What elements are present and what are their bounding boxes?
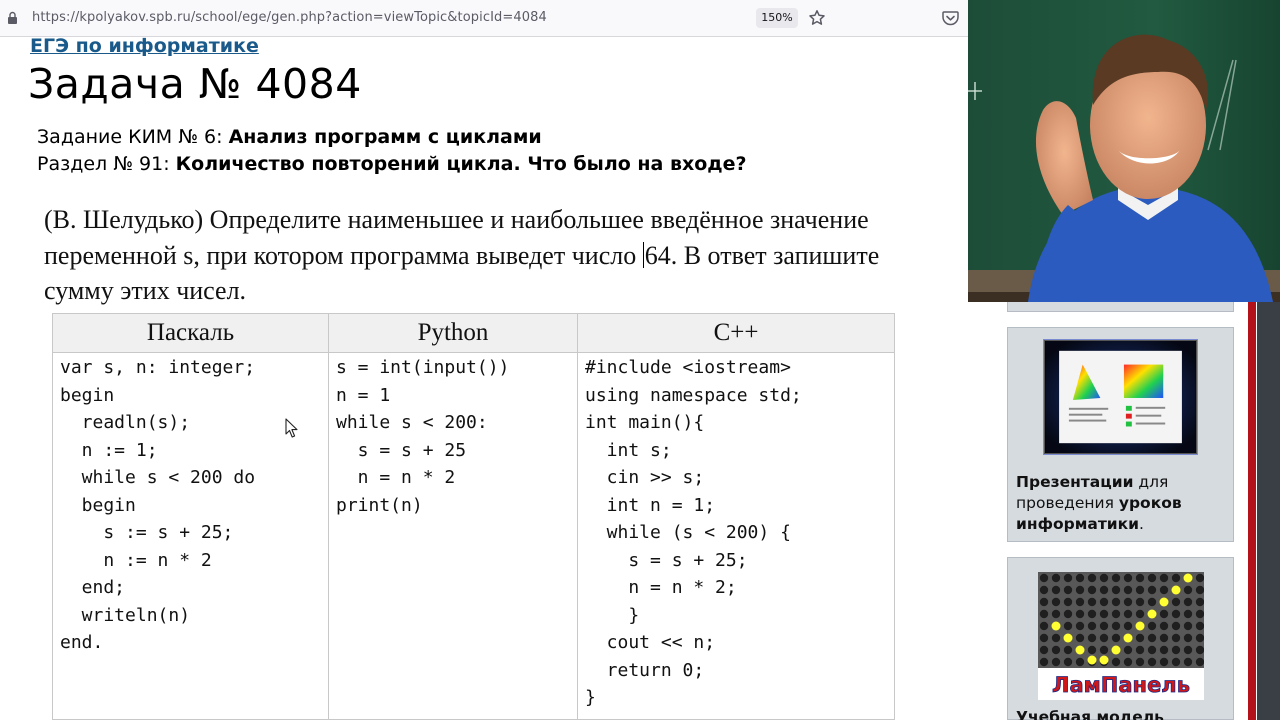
lampanel-ad[interactable]: ЛамПанель Учебная модель <box>1007 557 1234 720</box>
cpp-cell: #include <iostream> using namespace std;… <box>577 352 895 720</box>
pascal-header: Паскаль <box>52 313 329 353</box>
kim-task-line: Задание КИМ № 6: Анализ программ с цикла… <box>37 126 542 148</box>
presentation-thumbnail[interactable] <box>1044 340 1197 454</box>
presentations-ad-text[interactable]: Презентации для проведения уроков информ… <box>1016 472 1228 535</box>
lampanel-logo: ЛамПанель <box>1052 673 1190 697</box>
url-text[interactable]: https://kpolyakov.spb.ru/school/ege/gen.… <box>32 10 547 25</box>
python-code: s = int(input()) n = 1 while s < 200: s … <box>336 357 510 516</box>
page-title: Задача № 4084 <box>28 60 362 108</box>
address-bar[interactable]: https://kpolyakov.spb.ru/school/ege/gen.… <box>0 0 968 37</box>
python-header: Python <box>328 313 578 353</box>
code-table-header-row: Паскаль Python C++ <box>52 313 895 353</box>
text-caret <box>642 241 644 268</box>
sidebar-panel-top <box>1007 302 1234 312</box>
sidebar-accent-stripe <box>1248 302 1256 720</box>
lampanel-ad-caption[interactable]: Учебная модель <box>1016 708 1164 720</box>
section-prefix: Раздел № 91: <box>37 153 176 175</box>
text-cursor-icon <box>285 418 298 438</box>
presentations-ad[interactable]: Презентации для проведения уроков информ… <box>1007 327 1234 542</box>
webcam-overlay <box>968 0 1280 302</box>
code-table-row: var s, n: integer; begin readln(s); n :=… <box>52 352 895 720</box>
cpp-header: C++ <box>577 313 895 353</box>
kim-task-prefix: Задание КИМ № 6: <box>37 126 229 148</box>
ad-text-bold-1: Презентации <box>1016 473 1134 491</box>
pascal-cell: var s, n: integer; begin readln(s); n :=… <box>52 352 329 720</box>
pascal-code: var s, n: integer; begin readln(s); n :=… <box>60 357 256 653</box>
lock-icon <box>8 11 17 24</box>
section-topic: Количество повторений цикла. Что было на… <box>175 153 747 175</box>
code-table: Паскаль Python C++ var s, n: integer; be… <box>52 313 895 720</box>
breadcrumb-link[interactable]: ЕГЭ по информатике <box>30 35 259 57</box>
lampanel-thumbnail[interactable]: ЛамПанель <box>1038 572 1204 700</box>
zoom-level-button[interactable]: 150% <box>756 8 798 28</box>
kim-task-topic: Анализ программ с циклами <box>228 126 542 148</box>
python-cell: s = int(input()) n = 1 while s < 200: s … <box>328 352 578 720</box>
bookmark-star-icon[interactable] <box>808 9 826 27</box>
pocket-icon[interactable] <box>942 10 959 26</box>
cpp-code: #include <iostream> using namespace std;… <box>585 357 802 708</box>
ad-text-2: . <box>1139 515 1144 533</box>
section-line: Раздел № 91: Количество повторений цикла… <box>37 153 747 175</box>
sidebar-dark-edge <box>1257 302 1280 720</box>
problem-statement: (В. Шелудько) Определите наименьшее и на… <box>44 202 954 309</box>
